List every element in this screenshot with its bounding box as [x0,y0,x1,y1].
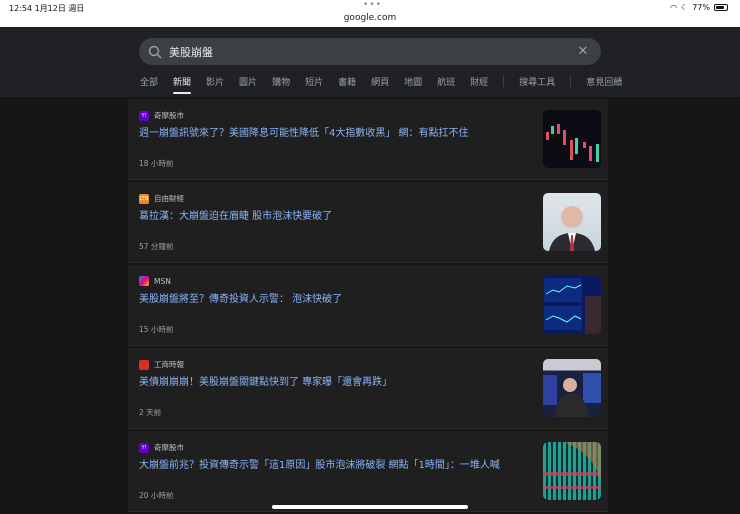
person-photo-thumbnail[interactable] [543,193,601,251]
search-input[interactable] [169,45,573,58]
status-icons: ◠ ☾ 77% [670,3,728,12]
search-tools-button[interactable]: 搜尋工具 [519,75,555,94]
news-time: 2 天前 [139,408,162,417]
battery-icon [714,4,728,11]
trader-photo-thumbnail[interactable] [543,359,601,417]
search-header: ✕ 全部 新聞 影片 圖片 購物 短片 書籍 網頁 地圖 航班 財經 搜尋工具 … [0,27,740,97]
source-name: 奇摩股市 [154,111,184,120]
tab-videos[interactable]: 影片 [206,75,224,94]
news-time: 20 小時前 [139,491,174,500]
trading-screens-thumbnail[interactable] [543,276,601,334]
ctee-logo-icon [139,359,149,370]
news-card[interactable]: LTN 自由財經 葛拉漢：大崩盤迫在眉睫 股市泡沫快要破了 57 分鐘前 [128,182,608,263]
msn-logo-icon [139,276,149,286]
tab-news[interactable]: 新聞 [173,75,192,94]
source-name: MSN [154,276,171,286]
clear-icon[interactable]: ✕ [573,44,593,59]
feedback-button[interactable]: 意見回饋 [586,75,622,94]
news-title[interactable]: 葛拉漢：大崩盤迫在眉睫 股市泡沫快要破了 [139,207,332,222]
news-title[interactable]: 週一崩盤訊號來了？美國降息可能性降低「4大指數收黑」 網：有點扛不住 [139,124,469,139]
news-card[interactable]: MSN 美股崩盤將至？傳奇投資人示警： 泡沫快破了 15 小時前 [128,265,608,346]
news-card[interactable]: Y! 奇摩股市 週一崩盤訊號來了？美國降息可能性降低「4大指數收黑」 網：有點扛不… [128,99,608,180]
source-name: 工商時報 [154,360,184,369]
news-title[interactable]: 大崩盤前兆？投資傳奇示警「這1原因」股市泡沫將破裂 網點「1時間」：一堆人喊 [139,456,500,471]
more-dots-icon[interactable]: ••• [363,0,382,10]
news-time: 57 分鐘前 [139,242,174,251]
stock-board-thumbnail[interactable] [543,442,601,500]
news-card[interactable]: Y! 奇摩股市 大崩盤前兆？投資傳奇示警「這1原因」股市泡沫將破裂 網點「1時間」… [128,431,608,512]
search-box[interactable]: ✕ [139,38,601,65]
yahoo-logo-icon: Y! [139,442,149,453]
tab-images[interactable]: 圖片 [239,75,257,94]
news-title[interactable]: 美股崩盤將至？傳奇投資人示警： 泡沫快破了 [139,290,342,305]
tab-web[interactable]: 網頁 [371,75,389,94]
divider [503,75,505,87]
search-tabs: 全部 新聞 影片 圖片 購物 短片 書籍 網頁 地圖 航班 財經 搜尋工具 意見… [140,75,637,94]
tab-finance[interactable]: 財經 [470,75,488,94]
news-time: 15 小時前 [139,325,174,334]
status-bar: 12:54 1月12日 週日 ••• google.com ◠ ☾ 77% [0,0,740,27]
tab-all[interactable]: 全部 [140,75,158,94]
address-url[interactable]: google.com [0,13,740,23]
search-icon [148,45,162,58]
moon-icon: ☾ [681,3,689,12]
tab-flights[interactable]: 航班 [437,75,455,94]
tab-maps[interactable]: 地圖 [404,75,422,94]
news-time: 18 小時前 [139,159,174,168]
source-name: 自由財經 [154,194,184,203]
ltn-logo-icon: LTN [139,193,149,204]
tab-shopping[interactable]: 購物 [272,75,290,94]
source-name: 奇摩股市 [154,443,184,452]
tab-books[interactable]: 書籍 [338,75,356,94]
battery-percent: 77% [692,3,710,12]
candlestick-chart-thumbnail[interactable] [543,110,601,168]
wifi-icon: ◠ [670,3,678,12]
yahoo-logo-icon: Y! [139,110,149,121]
news-title[interactable]: 美債崩崩崩！美股崩盤關鍵點快到了 專家曝「還會再跌」 [139,373,392,388]
home-indicator[interactable] [272,505,468,509]
tab-shorts[interactable]: 短片 [305,75,323,94]
divider [570,75,572,87]
news-card[interactable]: 工商時報 美債崩崩崩！美股崩盤關鍵點快到了 專家曝「還會再跌」 2 天前 [128,348,608,429]
